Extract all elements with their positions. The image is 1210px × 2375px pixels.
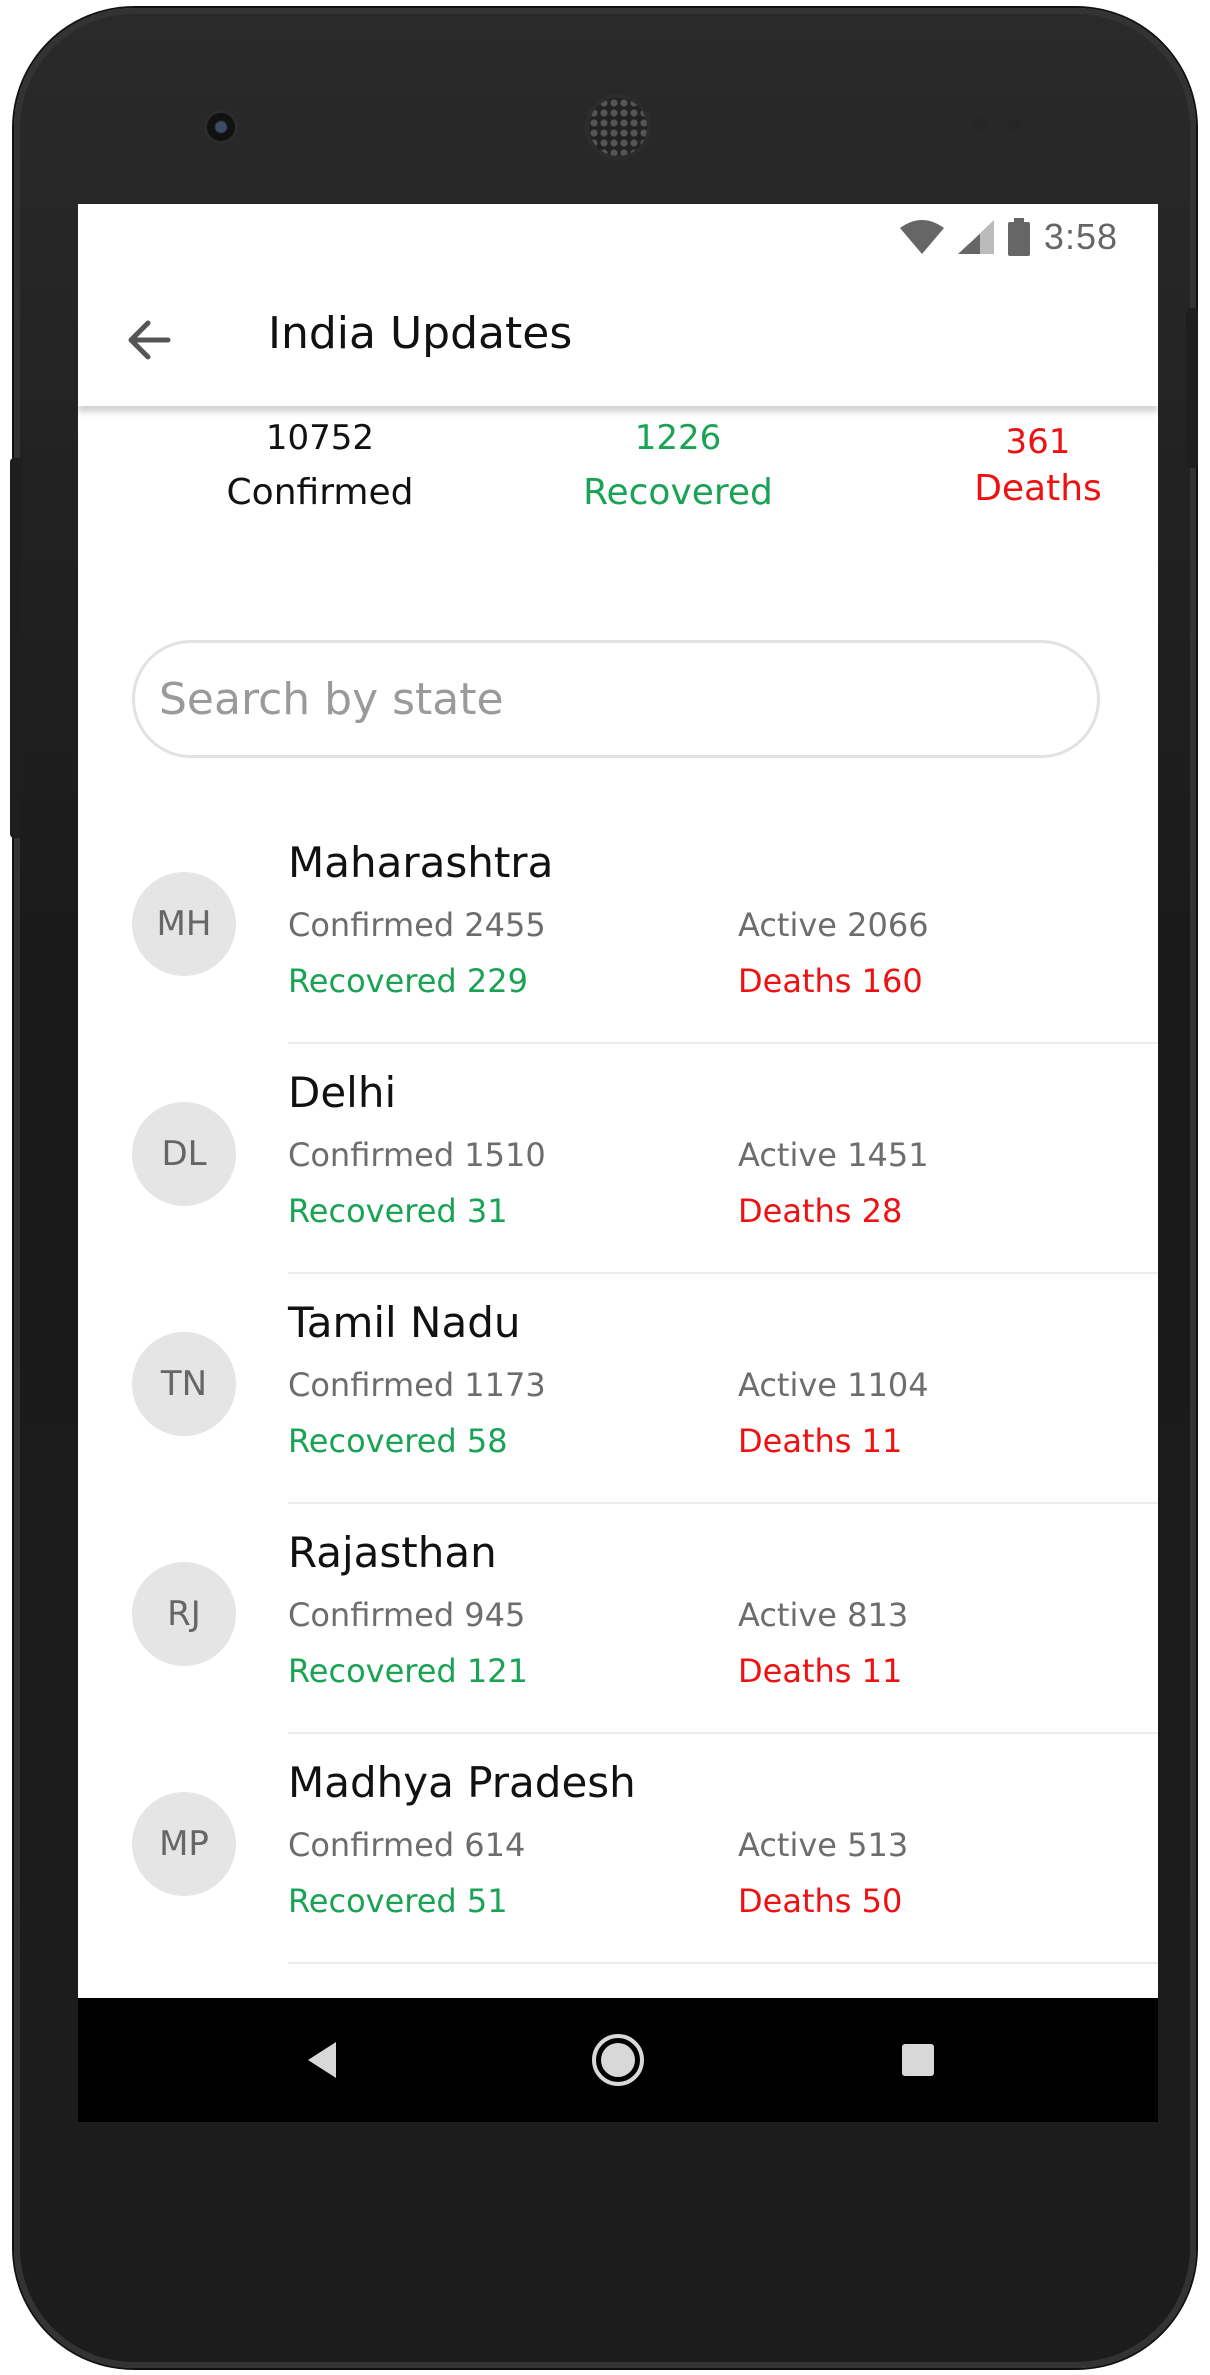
state-avatar: MP — [132, 1792, 236, 1896]
recovered-total: 1226 — [634, 418, 722, 458]
system-nav-bar — [78, 1998, 1158, 2122]
app-bar: India Updates — [78, 274, 1158, 406]
state-deaths: Deaths 160 — [738, 962, 923, 1000]
state-deaths: Deaths 11 — [738, 1652, 903, 1690]
state-row[interactable]: MP Madhya Pradesh Confirmed 614 Active 5… — [78, 1734, 1158, 1964]
state-list: MH Maharashtra Confirmed 2455 Active 206… — [78, 814, 1158, 1964]
state-deaths: Deaths 11 — [738, 1422, 903, 1460]
state-name: Delhi — [288, 1068, 397, 1117]
summary-confirmed: 10752 Confirmed — [170, 418, 470, 513]
state-active: Active 1104 — [738, 1366, 929, 1404]
state-active: Active 513 — [738, 1826, 909, 1864]
state-avatar: MH — [132, 872, 236, 976]
clock: 3:58 — [1043, 216, 1118, 257]
state-confirmed: Confirmed 1510 — [288, 1136, 546, 1174]
recovered-label: Recovered — [583, 472, 773, 513]
state-name: Maharashtra — [288, 838, 554, 887]
state-recovered: Recovered 229 — [288, 962, 528, 1000]
state-deaths: Deaths 28 — [738, 1192, 903, 1230]
state-confirmed: Confirmed 1173 — [288, 1366, 546, 1404]
arrow-left-icon[interactable] — [118, 310, 178, 370]
state-row[interactable]: RJ Rajasthan Confirmed 945 Active 813 Re… — [78, 1504, 1158, 1734]
front-camera — [207, 113, 235, 141]
state-row[interactable]: TN Tamil Nadu Confirmed 1173 Active 1104… — [78, 1274, 1158, 1504]
triangle-back-icon[interactable] — [300, 2036, 348, 2084]
state-recovered: Recovered 121 — [288, 1652, 528, 1690]
state-deaths: Deaths 50 — [738, 1882, 903, 1920]
earpiece-speaker — [589, 98, 647, 156]
state-active: Active 813 — [738, 1596, 909, 1634]
status-bar: 3:58 — [78, 204, 1158, 274]
national-summary: 10752 Confirmed 1226 Recovered 361 Death… — [78, 418, 1158, 548]
state-avatar: DL — [132, 1102, 236, 1206]
light-sensor — [1008, 118, 1022, 132]
state-name: Madhya Pradesh — [288, 1758, 636, 1807]
confirmed-total: 10752 — [265, 418, 375, 458]
summary-recovered: 1226 Recovered — [528, 418, 828, 513]
state-row[interactable]: MH Maharashtra Confirmed 2455 Active 206… — [78, 814, 1158, 1044]
square-recents-icon[interactable] — [894, 2036, 942, 2084]
volume-button — [10, 458, 22, 838]
signal-icon — [957, 220, 994, 254]
state-confirmed: Confirmed 2455 — [288, 906, 546, 944]
state-recovered: Recovered 51 — [288, 1882, 508, 1920]
state-name: Tamil Nadu — [288, 1298, 521, 1347]
circle-home-icon[interactable] — [590, 2032, 646, 2088]
state-recovered: Recovered 58 — [288, 1422, 508, 1460]
state-row[interactable]: DL Delhi Confirmed 1510 Active 1451 Reco… — [78, 1044, 1158, 1274]
state-active: Active 1451 — [738, 1136, 929, 1174]
power-button — [1186, 308, 1198, 468]
wifi-icon — [899, 220, 944, 254]
state-avatar: RJ — [132, 1562, 236, 1666]
proximity-sensor — [974, 118, 988, 132]
battery-icon — [1007, 218, 1030, 256]
state-active: Active 2066 — [738, 906, 929, 944]
divider — [288, 1962, 1158, 1964]
summary-deaths: 361 Deaths — [888, 422, 1158, 509]
state-recovered: Recovered 31 — [288, 1192, 508, 1230]
state-confirmed: Confirmed 945 — [288, 1596, 526, 1634]
deaths-label: Deaths — [974, 468, 1102, 509]
state-name: Rajasthan — [288, 1528, 497, 1577]
phone-frame: 3:58 India Updates 10752 Confirmed 1226 … — [10, 8, 1198, 2368]
page-title: India Updates — [268, 308, 573, 359]
screen: 3:58 India Updates 10752 Confirmed 1226 … — [78, 204, 1158, 2122]
state-search-input[interactable] — [132, 640, 1100, 758]
deaths-total: 361 — [1005, 422, 1071, 462]
state-avatar: TN — [132, 1332, 236, 1436]
confirmed-label: Confirmed — [226, 472, 414, 513]
state-confirmed: Confirmed 614 — [288, 1826, 526, 1864]
